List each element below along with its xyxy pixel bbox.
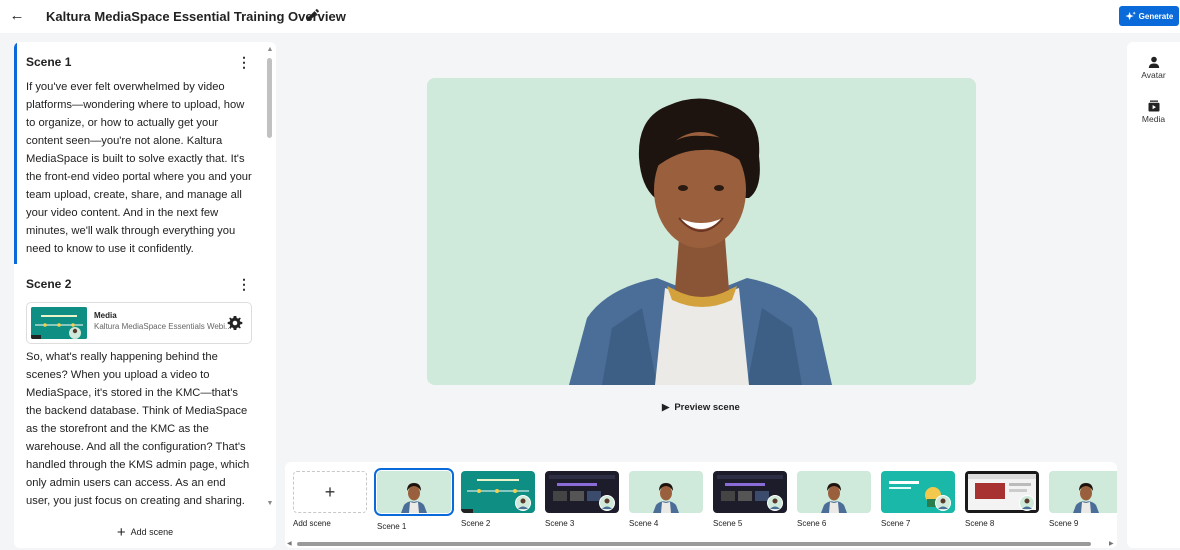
more-vert-icon[interactable]: ⋮ [236,277,252,291]
scene-thumbnail[interactable] [629,471,703,513]
person-icon [1148,56,1159,68]
project-title: Kaltura MediaSpace Essential Training Ov… [46,9,346,24]
scene-thumbnail-label: Scene 7 [881,519,911,528]
scene-thumbnail-label: Scene 9 [1049,519,1079,528]
scene-thumbnail[interactable] [374,468,454,516]
scene-thumbnail-image [629,471,703,513]
scrollbar-thumb[interactable] [297,542,1091,546]
scrollbar-thumb[interactable] [267,58,272,138]
scene-thumbnail-label: Scene 2 [461,519,491,528]
scene-thumbnail-image [881,471,955,513]
scene-thumbnail[interactable] [881,471,955,513]
avatar-tool-label: Avatar [1141,70,1166,80]
preview-scene-label: Preview scene [674,402,740,413]
scene-thumbnail[interactable] [461,471,535,513]
scene-thumbnail-image [1049,471,1117,513]
scene-thumbnail-label: Scene 5 [713,519,743,528]
add-scene-label: Add scene [130,527,174,537]
plus-icon: + [116,523,126,541]
right-toolbar: Avatar Media [1127,42,1180,548]
media-tool-label: Media [1141,114,1166,124]
scene-preview-canvas[interactable] [427,78,976,385]
scroll-right-icon[interactable]: ▶ [1109,540,1114,547]
scroll-down-icon[interactable]: ▼ [266,500,274,508]
sparkle-icon [1125,10,1136,20]
add-scene-tile[interactable]: + [293,471,367,513]
scene-thumbnail-label: Scene 6 [797,519,827,528]
media-tool-button[interactable]: Media [1127,100,1180,124]
scene-thumbnail-image [461,471,535,513]
scroll-left-icon[interactable]: ◀ [287,540,292,547]
script-panel: Scene 1 ⋮ If you've ever felt overwhelme… [14,42,276,548]
plus-icon: + [324,481,336,502]
scene-thumbnail-label: Scene 4 [629,519,659,528]
add-scene-button[interactable]: + Add scene [14,516,276,548]
arrow-left-icon[interactable]: ← [6,5,28,27]
vertical-scrollbar[interactable]: ▲ ▼ [266,46,274,508]
scene-thumbnail-label: Scene 1 [377,522,407,531]
scene-thumbnail-image [797,471,871,513]
scene-timeline: + Add scene Scene 1 Scene 2 Scene 3 Scen… [285,462,1117,548]
media-icon [1148,100,1159,112]
scene-thumbnail-image [713,471,787,513]
scene-thumbnail-image [545,471,619,513]
preview-scene-button[interactable]: ▶ Preview scene [662,402,740,413]
scene-script-text[interactable]: So, what's really happening behind the s… [26,348,252,510]
media-card[interactable]: Media Kaltura MediaSpace Essentials Webi… [26,302,252,344]
script-scene-1[interactable]: Scene 1 ⋮ If you've ever felt overwhelme… [14,42,264,264]
scene-title: Scene 2 [26,277,72,291]
top-bar: ← Kaltura MediaSpace Essential Training … [0,0,1180,33]
scene-thumbnail-image [965,471,1039,513]
more-vert-icon[interactable]: ⋮ [236,55,252,69]
script-scene-2[interactable]: Scene 2 ⋮ Media Kaltura MediaSpace Essen… [14,264,264,510]
play-icon: ▶ [662,402,670,413]
avatar-tool-button[interactable]: Avatar [1127,56,1180,80]
scene-thumbnail[interactable] [713,471,787,513]
gear-icon[interactable] [227,315,243,331]
scroll-up-icon[interactable]: ▲ [266,46,274,54]
script-list[interactable]: Scene 1 ⋮ If you've ever felt overwhelme… [14,42,264,510]
horizontal-scrollbar[interactable]: ◀ ▶ [285,539,1117,548]
media-title: Media [94,311,117,320]
generate-label: Generate [1138,11,1174,21]
scene-thumbnail[interactable] [545,471,619,513]
avatar-image [427,78,976,385]
pencil-icon[interactable] [304,7,320,25]
scene-thumbnail-label: Scene 3 [545,519,575,528]
scene-thumbnail-image [377,471,451,513]
add-scene-tile-label: Add scene [293,519,331,528]
generate-button[interactable]: Generate [1119,6,1179,26]
scene-thumbnail-label: Scene 8 [965,519,995,528]
scene-script-text[interactable]: If you've ever felt overwhelmed by video… [26,78,252,258]
scene-thumbnail[interactable] [1049,471,1117,513]
scene-thumbnail[interactable] [797,471,871,513]
scene-thumbnail[interactable] [965,471,1039,513]
scene-title: Scene 1 [26,55,72,69]
media-thumbnail [31,307,87,339]
media-subtitle: Kaltura MediaSpace Essentials Webi... [94,322,232,331]
